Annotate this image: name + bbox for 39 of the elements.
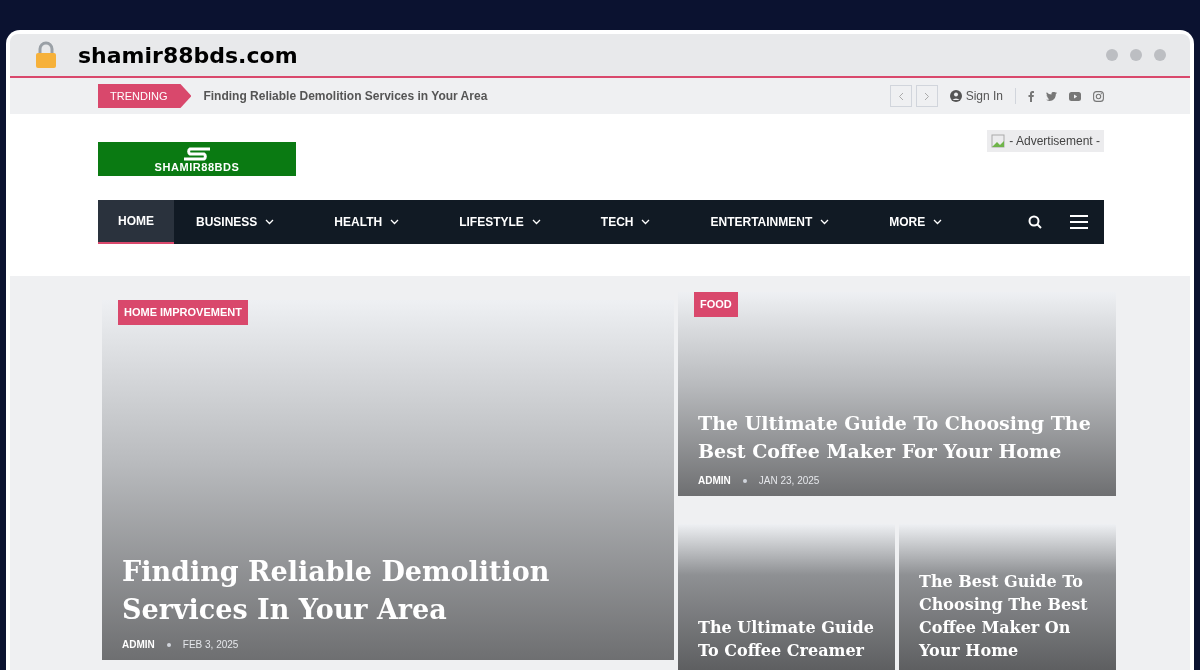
post-author[interactable]: ADMIN: [698, 473, 731, 488]
trending-link[interactable]: Finding Reliable Demolition Services in Your Area: [203, 87, 488, 105]
search-icon[interactable]: [1028, 215, 1042, 229]
user-icon: [949, 90, 962, 102]
instagram-icon[interactable]: [1093, 90, 1104, 102]
post-title[interactable]: The Ultimate Guide To Choosing The Best Coffee Maker For Your Home: [698, 409, 1096, 465]
nav-item[interactable]: HOME: [98, 200, 174, 244]
broken-image-icon: [991, 134, 1006, 148]
chevron-right-icon: [923, 91, 930, 101]
category-tag[interactable]: FOOD: [694, 292, 738, 317]
chevron-left-icon: [897, 91, 904, 101]
post-author[interactable]: ADMIN: [122, 637, 155, 652]
post-title[interactable]: The Best Guide To Choosing The Best Coffee Maker On Your Home: [919, 570, 1096, 662]
nav-item[interactable]: ENTERTAINMENT: [688, 200, 852, 244]
post-card[interactable]: The Best Guide To Choosing The Best Coffee Maker On Your Home: [899, 524, 1116, 670]
category-tag[interactable]: HOME IMPROVEMENT: [118, 300, 248, 325]
post-card[interactable]: HOME IMPROVEMENT Finding Reliable Demolition Services In Your Area ADMIN FEB 3, 2025: [102, 300, 674, 660]
post-card[interactable]: The Ultimate Guide To Coffee Creamer: [678, 524, 895, 670]
post-card[interactable]: FOOD The Ultimate Guide To Choosing The Best Coffee Maker For Your Home ADMIN JAN 23, 2025: [678, 292, 1116, 496]
url-text[interactable]: shamir88bds.com: [78, 38, 298, 72]
sign-in-link[interactable]: Sign In: [965, 87, 1003, 105]
nav-item[interactable]: TECH: [578, 200, 673, 244]
nav-item[interactable]: MORE: [867, 200, 965, 244]
site-logo[interactable]: SHAMIR88BDS: [98, 142, 296, 176]
youtube-icon[interactable]: [1069, 91, 1081, 101]
lock-icon: [34, 41, 58, 69]
post-date: FEB 3, 2025: [182, 638, 239, 652]
trending-label: TRENDING: [98, 83, 192, 109]
twitter-icon[interactable]: [1046, 91, 1057, 101]
nav-item[interactable]: LIFESTYLE: [437, 200, 563, 244]
post-title[interactable]: Finding Reliable Demolition Services In Your Area: [122, 553, 654, 629]
post-title[interactable]: The Ultimate Guide To Coffee Creamer: [698, 616, 875, 662]
menu-icon[interactable]: [1070, 215, 1088, 229]
post-date: JAN 23, 2025: [758, 474, 820, 488]
nav-item[interactable]: BUSINESS: [174, 200, 297, 244]
facebook-icon[interactable]: [1028, 90, 1034, 102]
nav-item[interactable]: HEALTH: [312, 200, 422, 244]
logo-text: SHAMIR88BDS: [154, 161, 240, 173]
advertisement-label: - Advertisement -: [1009, 133, 1100, 150]
